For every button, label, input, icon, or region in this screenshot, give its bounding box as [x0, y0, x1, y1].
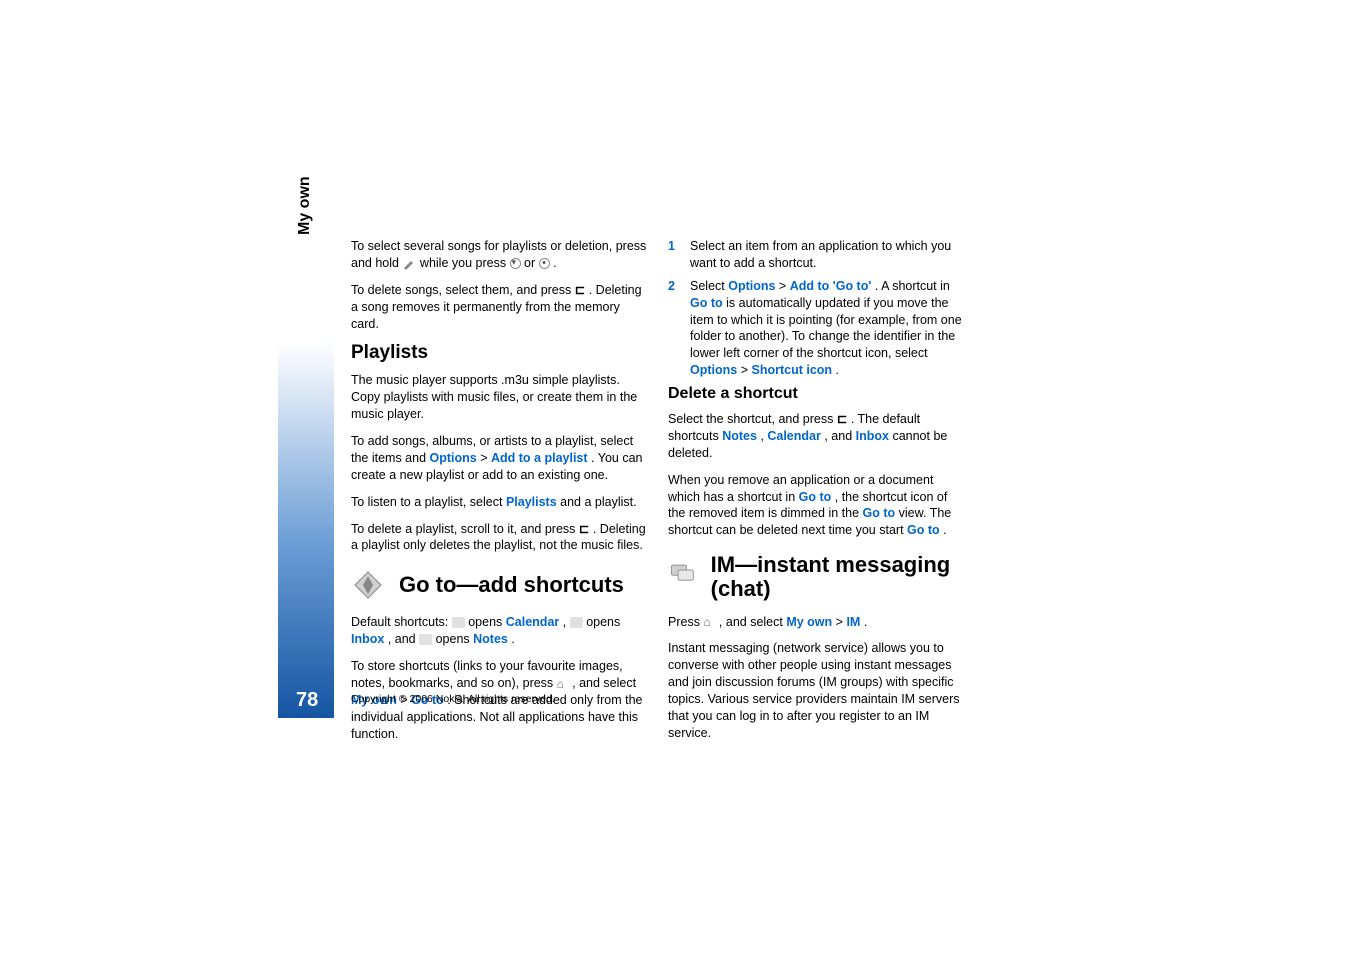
para-im-desc: Instant messaging (network service) allo…: [668, 640, 968, 741]
para-delete-songs: To delete songs, select them, and press …: [351, 282, 651, 333]
heading-delete-shortcut: Delete a shortcut: [668, 385, 968, 403]
link-options: Options: [430, 451, 477, 465]
chat-icon: [668, 560, 697, 594]
text: To delete a playlist, scroll to it, and …: [351, 522, 579, 536]
text: , and select: [572, 676, 636, 690]
menu-key-icon: [703, 616, 715, 628]
link-add-to-goto: Add to 'Go to': [790, 279, 872, 293]
notes-mini-icon: [419, 634, 432, 645]
para-listen-playlist: To listen to a playlist, select Playlist…: [351, 494, 651, 511]
text: or: [524, 256, 539, 270]
link-im: IM: [846, 615, 860, 629]
calendar-mini-icon: [452, 617, 465, 628]
text: >: [741, 363, 752, 377]
para-delete-playlist: To delete a playlist, scroll to it, and …: [351, 521, 651, 555]
text: >: [836, 615, 847, 629]
link-notes: Notes: [722, 429, 757, 443]
heading-im: IM—instant messaging (chat): [711, 553, 968, 601]
text: and a playlist.: [560, 495, 636, 509]
link-notes: Notes: [473, 632, 508, 646]
right-column: 1 Select an item from an application to …: [668, 238, 968, 752]
link-goto: Go to: [799, 490, 832, 504]
text: opens: [586, 615, 620, 629]
text: .: [864, 615, 867, 629]
clear-key-icon: ⊏: [837, 412, 847, 426]
heading-playlists: Playlists: [351, 342, 651, 364]
para-playlists-info: The music player supports .m3u simple pl…: [351, 372, 651, 423]
para-default-shortcuts: Default shortcuts: opens Calendar , open…: [351, 614, 651, 648]
heading-goto: Go to—add shortcuts: [399, 572, 624, 598]
text: opens: [468, 615, 506, 629]
text: while you press: [420, 256, 510, 270]
text: Select: [690, 279, 728, 293]
text: opens: [436, 632, 474, 646]
nav-down-icon: [510, 258, 521, 269]
text: Press: [668, 615, 703, 629]
link-goto: Go to: [907, 523, 940, 537]
link-goto: Go to: [863, 506, 896, 520]
text: .: [836, 363, 839, 377]
text: , and select: [719, 615, 786, 629]
side-chapter-label: My own: [296, 176, 314, 235]
clear-key-icon: ⊏: [579, 522, 589, 536]
menu-key-icon: [557, 678, 569, 690]
link-options: Options: [690, 363, 737, 377]
compass-icon: [351, 568, 385, 602]
text: .: [511, 632, 514, 646]
text: >: [480, 451, 491, 465]
left-column: To select several songs for playlists or…: [351, 238, 651, 752]
link-playlists: Playlists: [506, 495, 557, 509]
list-number: 1: [668, 238, 680, 272]
text: , and: [388, 632, 419, 646]
pencil-icon: [402, 258, 416, 270]
link-calendar: Calendar: [767, 429, 821, 443]
link-shortcut-icon: Shortcut icon: [751, 363, 832, 377]
link-options: Options: [728, 279, 775, 293]
text: . A shortcut in: [875, 279, 950, 293]
list-number: 2: [668, 278, 680, 379]
link-inbox: Inbox: [351, 632, 384, 646]
text: .: [553, 256, 556, 270]
link-inbox: Inbox: [856, 429, 889, 443]
para-delete-shortcut: Select the shortcut, and press ⊏ . The d…: [668, 411, 968, 462]
para-remove-app: When you remove an application or a docu…: [668, 472, 968, 540]
list-item-2: 2 Select Options > Add to 'Go to' . A sh…: [668, 278, 968, 379]
text: .: [943, 523, 946, 537]
text: To listen to a playlist, select: [351, 495, 506, 509]
link-add-to-playlist: Add to a playlist: [491, 451, 588, 465]
para-im-press: Press , and select My own > IM .: [668, 614, 968, 631]
link-my-own: My own: [786, 615, 832, 629]
text: , and: [824, 429, 855, 443]
list-text: Select an item from an application to wh…: [690, 238, 968, 272]
inbox-mini-icon: [570, 617, 583, 628]
list-item-1: 1 Select an item from an application to …: [668, 238, 968, 272]
page-number: 78: [296, 689, 318, 712]
link-goto: Go to: [690, 296, 723, 310]
text: Select the shortcut, and press: [668, 412, 837, 426]
list-text: Select Options > Add to 'Go to' . A shor…: [690, 278, 968, 379]
text: ,: [563, 615, 570, 629]
text: >: [779, 279, 790, 293]
text: is automatically updated if you move the…: [690, 296, 962, 361]
nav-center-icon: [539, 258, 550, 269]
link-calendar: Calendar: [506, 615, 560, 629]
text: Default shortcuts:: [351, 615, 452, 629]
copyright-text: Copyright © 2006 Nokia. All rights reser…: [351, 693, 555, 705]
text: To delete songs, select them, and press: [351, 283, 575, 297]
para-add-songs: To add songs, albums, or artists to a pl…: [351, 433, 651, 484]
para-select-songs: To select several songs for playlists or…: [351, 238, 651, 272]
clear-key-icon: ⊏: [575, 283, 585, 297]
section-im-header: IM—instant messaging (chat): [668, 553, 968, 601]
section-goto-header: Go to—add shortcuts: [351, 568, 651, 602]
